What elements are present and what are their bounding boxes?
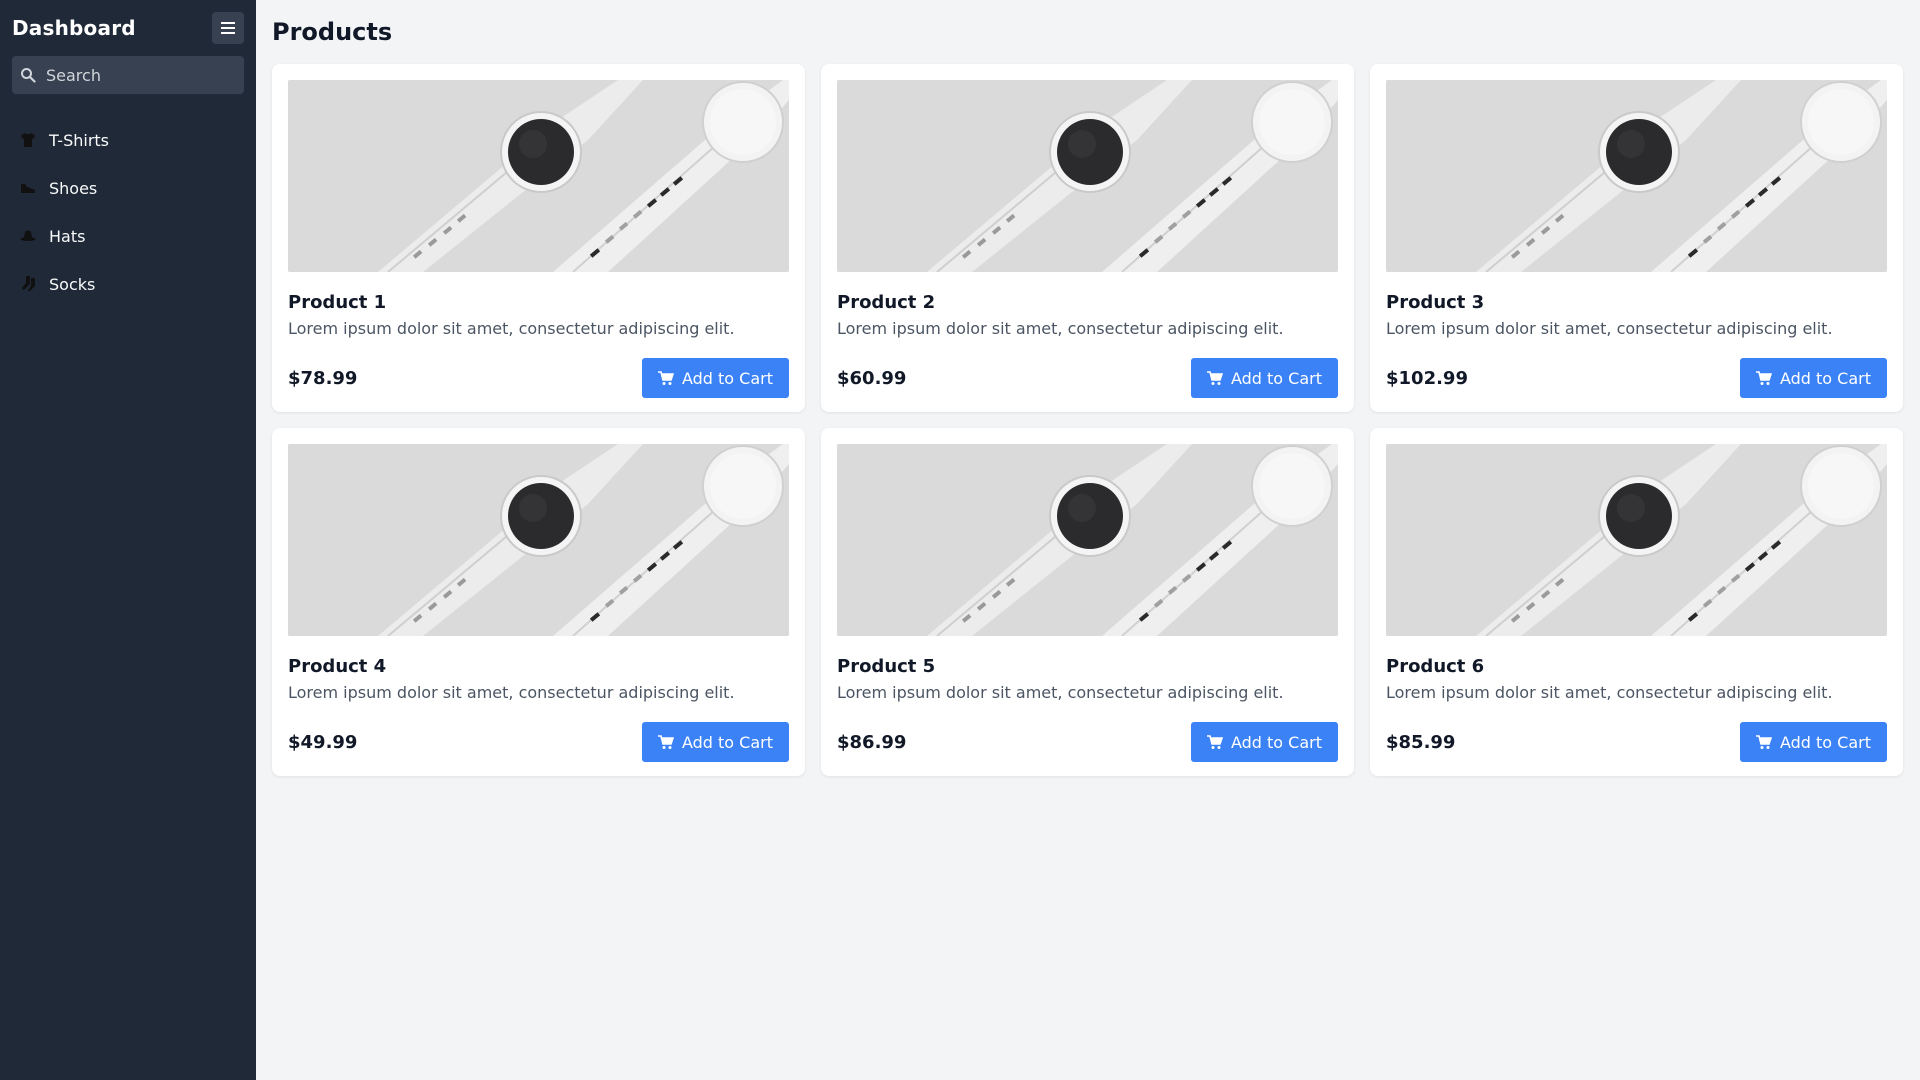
product-image [288, 80, 789, 272]
product-card: Product 1 Lorem ipsum dolor sit amet, co… [272, 64, 805, 412]
product-name: Product 5 [837, 656, 936, 677]
product-price: $49.99 [288, 731, 358, 753]
sidebar-item-hats[interactable]: Hats [0, 212, 256, 260]
product-card: Product 3 Lorem ipsum dolor sit amet, co… [1370, 64, 1903, 412]
sidebar-nav: T-Shirts Shoes Hats Socks [0, 116, 256, 308]
add-to-cart-button[interactable]: Add to Cart [641, 358, 789, 398]
product-image [1386, 80, 1887, 272]
tshirt-icon [20, 132, 36, 148]
add-to-cart-button[interactable]: Add to Cart [1190, 722, 1338, 762]
product-name: Product 6 [1386, 656, 1485, 677]
add-to-cart-button[interactable]: Add to Cart [1739, 722, 1887, 762]
cart-icon [1206, 370, 1223, 385]
hamburger-icon [221, 22, 235, 34]
product-footer: $49.99 Add to Cart [288, 722, 789, 762]
product-card: Product 5 Lorem ipsum dolor sit amet, co… [821, 428, 1354, 776]
add-to-cart-label: Add to Cart [1779, 368, 1871, 388]
product-image [837, 444, 1338, 636]
product-description: Lorem ipsum dolor sit amet, consectetur … [1386, 683, 1833, 702]
add-to-cart-label: Add to Cart [1230, 368, 1322, 388]
product-footer: $102.99 Add to Cart [1386, 358, 1887, 398]
product-name: Product 4 [288, 656, 387, 677]
sidebar-item-label: T-Shirts [49, 130, 110, 150]
add-to-cart-label: Add to Cart [681, 368, 773, 388]
product-image [837, 80, 1338, 272]
product-name: Product 1 [288, 292, 387, 313]
product-name: Product 3 [1386, 292, 1485, 313]
sidebar-item-label: Hats [49, 226, 86, 246]
product-card: Product 4 Lorem ipsum dolor sit amet, co… [272, 428, 805, 776]
product-image [1386, 444, 1887, 636]
menu-toggle-button[interactable] [212, 12, 244, 44]
product-name: Product 2 [837, 292, 936, 313]
product-description: Lorem ipsum dolor sit amet, consectetur … [837, 319, 1284, 338]
search-icon [21, 68, 36, 83]
product-description: Lorem ipsum dolor sit amet, consectetur … [1386, 319, 1833, 338]
socks-icon [20, 276, 36, 292]
sidebar-item-tshirts[interactable]: T-Shirts [0, 116, 256, 164]
search-input[interactable] [46, 65, 226, 85]
search-box[interactable] [12, 56, 244, 94]
product-price: $86.99 [837, 731, 907, 753]
product-description: Lorem ipsum dolor sit amet, consectetur … [837, 683, 1284, 702]
add-to-cart-label: Add to Cart [1230, 732, 1322, 752]
main-content: Products Product 1 Lorem ipsum dolor sit… [272, 0, 1904, 776]
shoe-icon [20, 180, 36, 196]
product-card: Product 6 Lorem ipsum dolor sit amet, co… [1370, 428, 1903, 776]
sidebar-item-socks[interactable]: Socks [0, 260, 256, 308]
product-price: $60.99 [837, 367, 907, 389]
add-to-cart-button[interactable]: Add to Cart [1190, 358, 1338, 398]
product-description: Lorem ipsum dolor sit amet, consectetur … [288, 683, 735, 702]
cart-icon [657, 370, 674, 385]
product-card: Product 2 Lorem ipsum dolor sit amet, co… [821, 64, 1354, 412]
hat-icon [20, 228, 36, 244]
product-footer: $85.99 Add to Cart [1386, 722, 1887, 762]
add-to-cart-button[interactable]: Add to Cart [641, 722, 789, 762]
product-image [288, 444, 789, 636]
sidebar-item-shoes[interactable]: Shoes [0, 164, 256, 212]
sidebar-item-label: Socks [49, 274, 96, 294]
sidebar-title: Dashboard [12, 16, 136, 40]
sidebar: Dashboard T-Shirts [0, 0, 256, 1080]
cart-icon [1755, 370, 1772, 385]
cart-icon [657, 734, 674, 749]
sidebar-header: Dashboard [0, 0, 256, 56]
product-price: $85.99 [1386, 731, 1456, 753]
product-price: $102.99 [1386, 367, 1468, 389]
page-title: Products [272, 18, 393, 46]
product-footer: $86.99 Add to Cart [837, 722, 1338, 762]
add-to-cart-button[interactable]: Add to Cart [1739, 358, 1887, 398]
product-footer: $60.99 Add to Cart [837, 358, 1338, 398]
add-to-cart-label: Add to Cart [1779, 732, 1871, 752]
product-price: $78.99 [288, 367, 358, 389]
product-description: Lorem ipsum dolor sit amet, consectetur … [288, 319, 735, 338]
product-grid: Product 1 Lorem ipsum dolor sit amet, co… [272, 64, 1904, 776]
product-footer: $78.99 Add to Cart [288, 358, 789, 398]
cart-icon [1206, 734, 1223, 749]
sidebar-item-label: Shoes [49, 178, 98, 198]
add-to-cart-label: Add to Cart [681, 732, 773, 752]
cart-icon [1755, 734, 1772, 749]
